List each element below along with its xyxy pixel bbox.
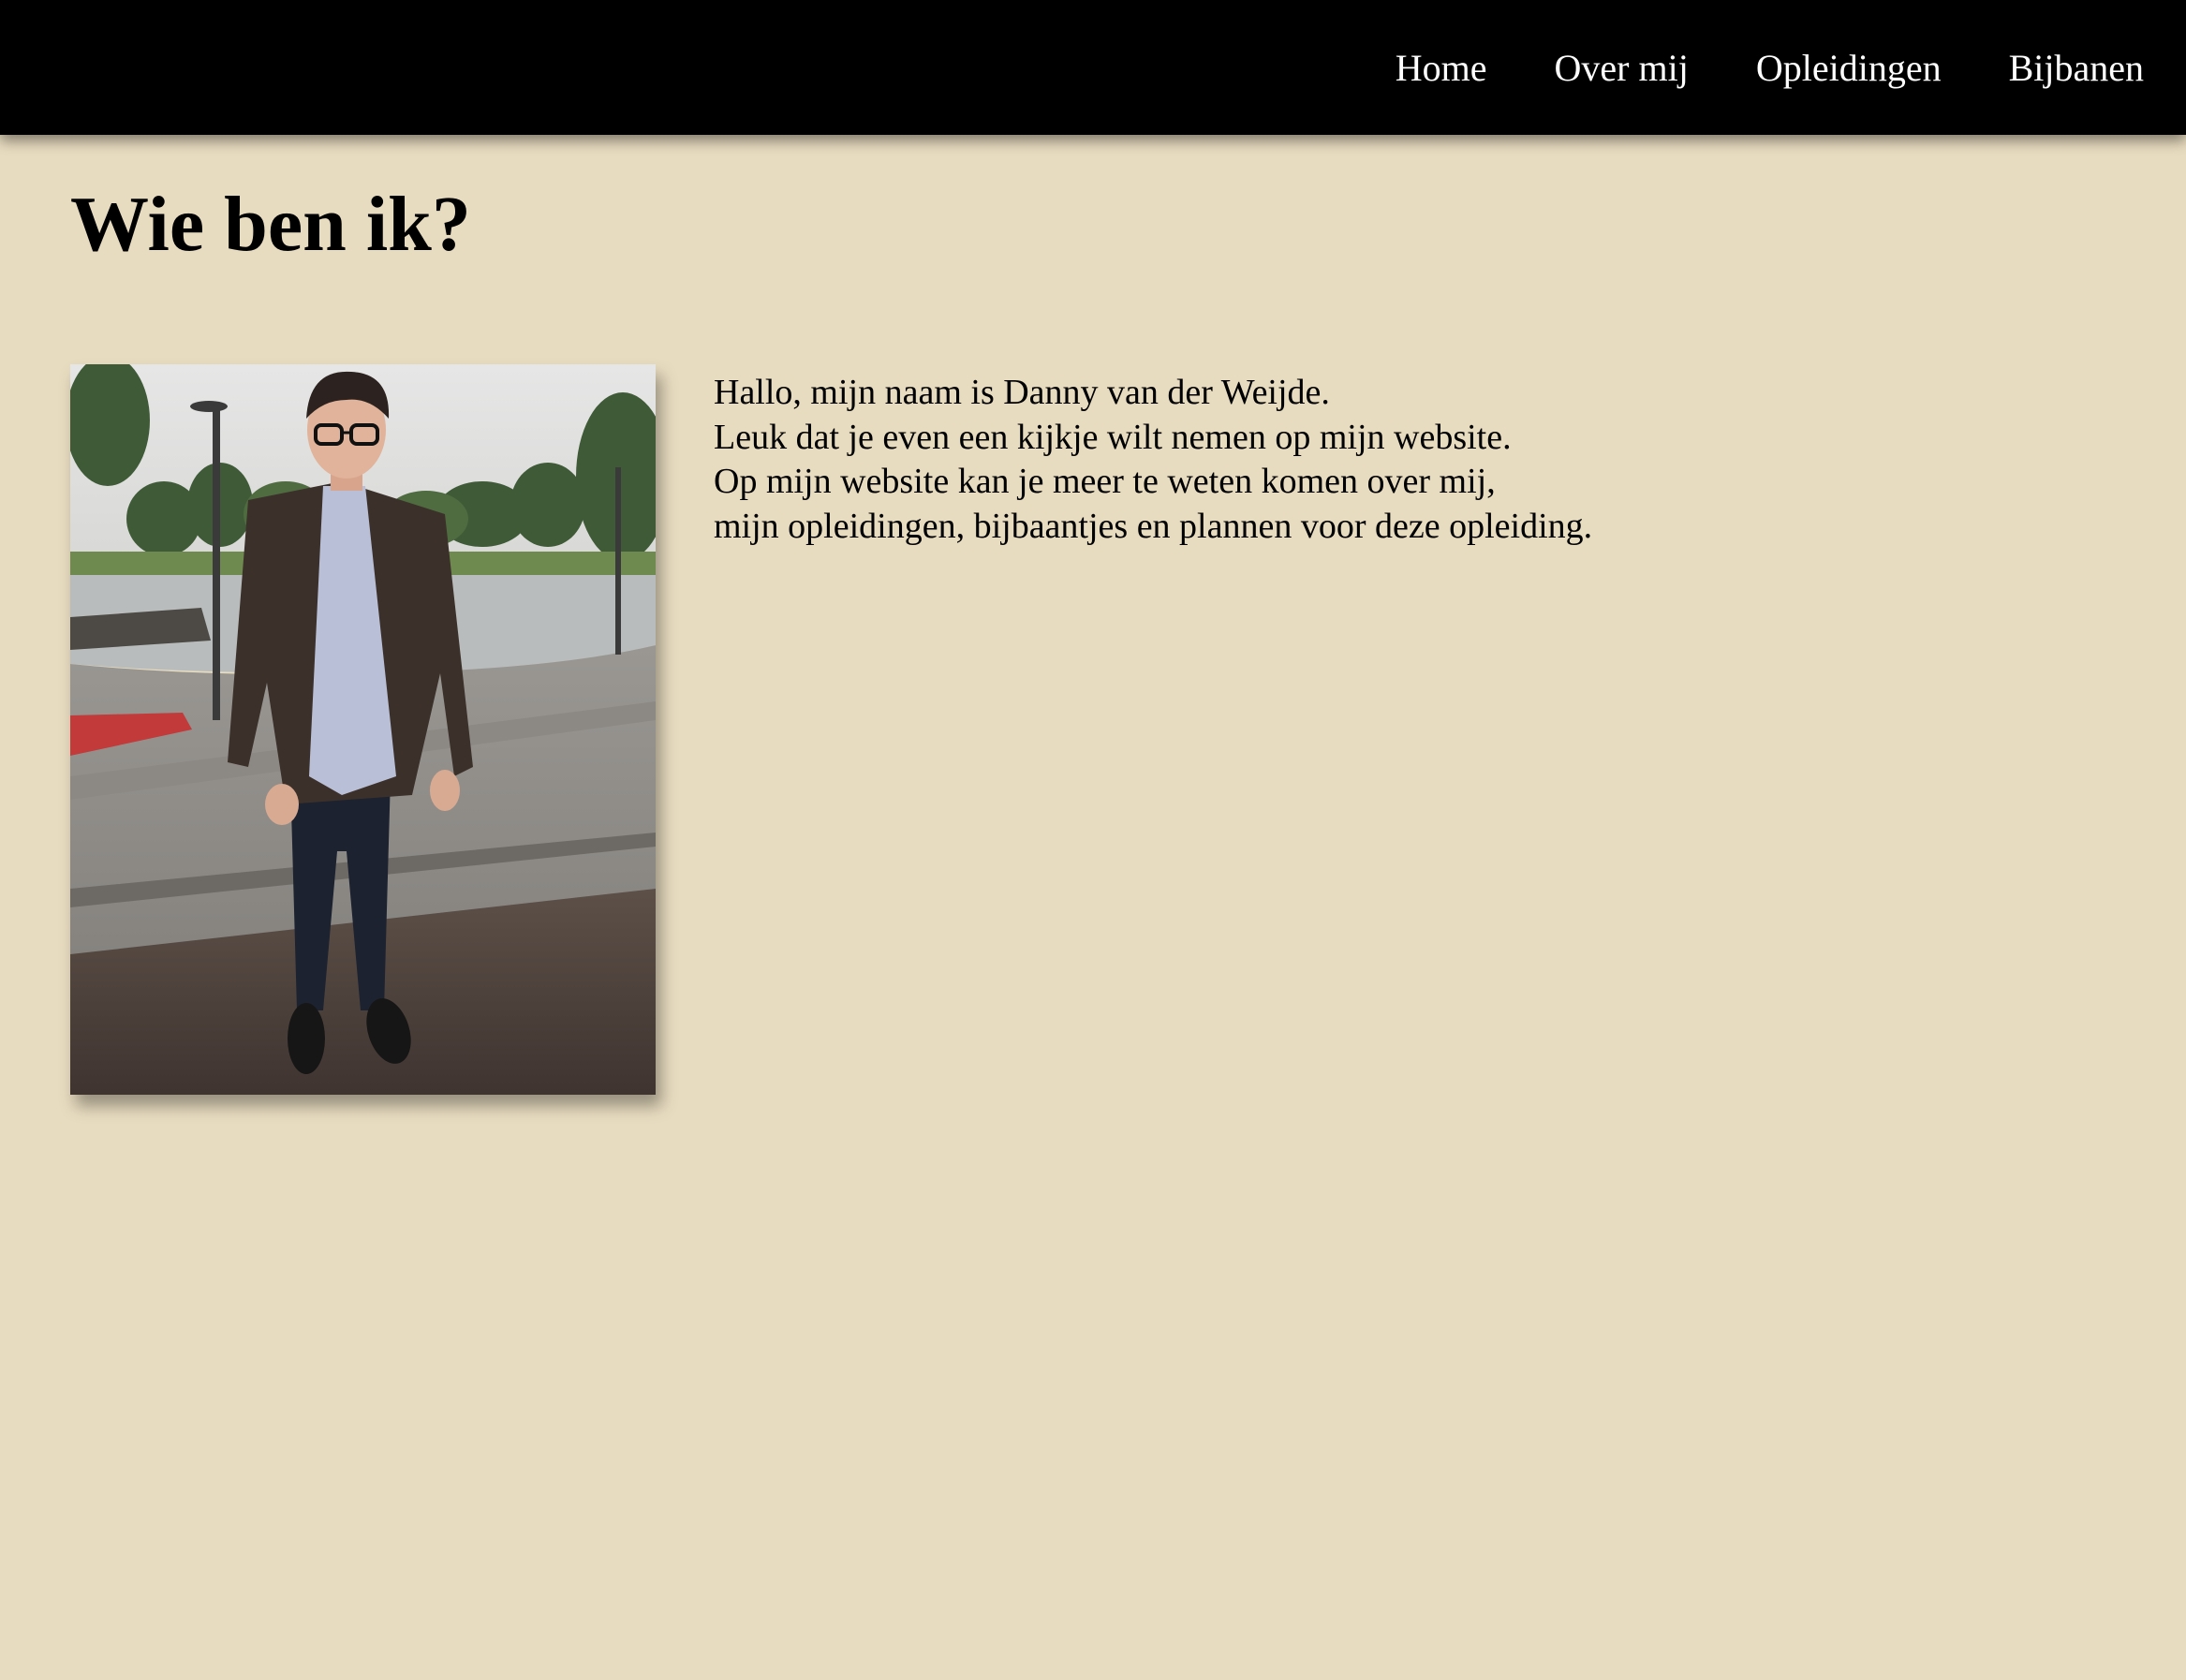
nav-link-bijbanen[interactable]: Bijbanen bbox=[2009, 46, 2144, 90]
profile-photo-illustration bbox=[70, 364, 656, 1095]
nav-link-home[interactable]: Home bbox=[1396, 46, 1487, 90]
main-navigation: Home Over mij Opleidingen Bijbanen bbox=[1328, 0, 2144, 135]
profile-photo bbox=[70, 364, 656, 1095]
intro-line: Op mijn website kan je meer te weten kom… bbox=[714, 462, 1496, 501]
intro-text: Hallo, mijn naam is Danny van der Weijde… bbox=[714, 371, 1592, 549]
intro-line: mijn opleidingen, bijbaantjes en plannen… bbox=[714, 506, 1593, 546]
intro-line: Hallo, mijn naam is Danny van der Weijde… bbox=[714, 373, 1330, 412]
top-navbar: Home Over mij Opleidingen Bijbanen bbox=[0, 0, 2186, 135]
page-title: Wie ben ik? bbox=[70, 181, 471, 268]
nav-link-opleidingen[interactable]: Opleidingen bbox=[1756, 46, 1942, 90]
intro-line: Leuk dat je even een kijkje wilt nemen o… bbox=[714, 417, 1512, 457]
nav-link-over-mij[interactable]: Over mij bbox=[1555, 46, 1689, 90]
